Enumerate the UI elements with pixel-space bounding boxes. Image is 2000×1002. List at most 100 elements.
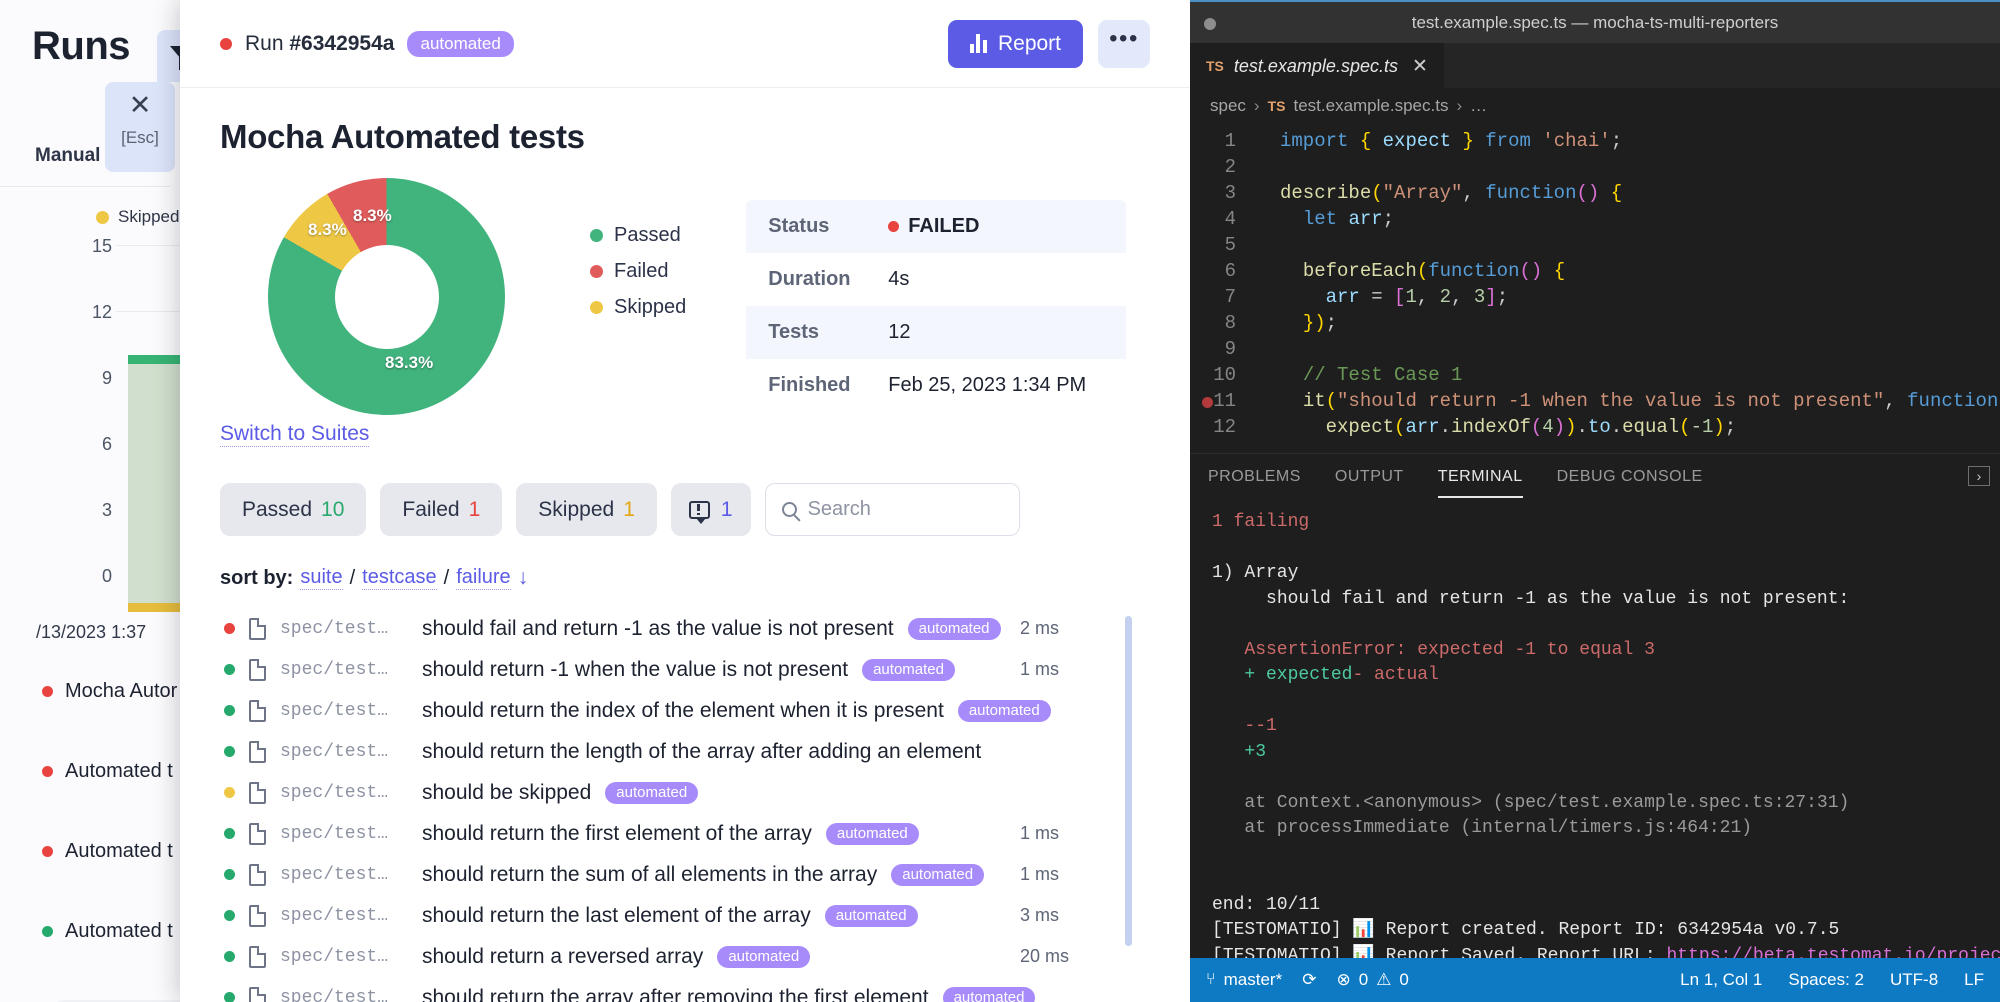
- table-row[interactable]: spec/test… should return the length of t…: [220, 731, 1150, 772]
- table-row[interactable]: spec/test… should fail and return -1 as …: [220, 608, 1150, 649]
- tab-test-example-spec[interactable]: TS test.example.spec.ts ✕: [1190, 43, 1444, 88]
- ts-file-icon: TS: [1206, 58, 1224, 74]
- legend-item-failed: Failed: [590, 260, 686, 283]
- chip-comments[interactable]: 1: [670, 483, 751, 536]
- chip-comments-count: 1: [720, 497, 733, 521]
- tab-problems[interactable]: PROBLEMS: [1208, 454, 1301, 498]
- list-item[interactable]: Automated t: [42, 760, 177, 783]
- test-badge: automated: [907, 617, 1001, 640]
- breadcrumb-more[interactable]: …: [1470, 96, 1487, 116]
- modal-header: Run #6342954a automated Report •••: [180, 0, 1190, 88]
- status-indentation[interactable]: Spaces: 2: [1788, 970, 1864, 990]
- line-number: 7: [1224, 286, 1236, 308]
- table-row[interactable]: spec/test… should return the array after…: [220, 977, 1150, 1002]
- legend-item-passed: Passed: [590, 224, 686, 247]
- summary-row: 83.3% 8.3% 8.3% Passed Failed Skipped St…: [220, 178, 1150, 418]
- legend-skipped-label: Skipped: [118, 207, 180, 226]
- code-line: 6 beforeEach(function() {: [1190, 258, 2000, 284]
- breadcrumb-folder[interactable]: spec: [1210, 96, 1246, 116]
- esc-popover[interactable]: ✕ [Esc]: [105, 82, 175, 172]
- chevron-right-icon: ›: [1456, 96, 1463, 115]
- terminal-end-line: end: 10/11: [1212, 894, 1321, 915]
- donut-chart: 83.3% 8.3% 8.3%: [220, 178, 590, 418]
- close-icon[interactable]: ✕: [105, 82, 175, 128]
- error-icon: ⊗: [1336, 970, 1351, 989]
- chip-failed-count: 1: [468, 497, 481, 521]
- code-line: 12 expect(arr.indexOf(4)).to.equal(-1);: [1190, 414, 2000, 440]
- table-row[interactable]: spec/test… should return the index of th…: [220, 690, 1150, 731]
- more-options-button[interactable]: •••: [1098, 19, 1150, 68]
- chip-skipped[interactable]: Skipped 1: [516, 483, 657, 536]
- list-item[interactable]: Automated t: [42, 840, 177, 863]
- table-row[interactable]: spec/test… should return the sum of all …: [220, 854, 1150, 895]
- report-button[interactable]: Report: [947, 19, 1083, 68]
- legend-label-skipped: Skipped: [614, 296, 687, 318]
- test-duration: 1 ms: [1020, 864, 1060, 884]
- breakpoint-icon[interactable]: [1202, 397, 1213, 408]
- sort-option-testcase[interactable]: testcase: [362, 566, 437, 590]
- code-editor[interactable]: 1 import { expect } from 'chai'; 2 3 descr…: [1190, 124, 2000, 469]
- run-info-table: Status FAILED Duration 4s Tests 12 Finis…: [746, 200, 1127, 412]
- bar-passed: [128, 364, 180, 604]
- list-item[interactable]: Automated t: [42, 920, 177, 943]
- test-badge: automated: [862, 658, 955, 681]
- test-title: should return the array after removing t…: [422, 985, 929, 1002]
- sort-option-failure[interactable]: failure: [456, 566, 511, 590]
- status-encoding[interactable]: UTF-8: [1890, 970, 1938, 990]
- table-row[interactable]: spec/test… should return the first eleme…: [220, 813, 1150, 854]
- file-icon: [249, 781, 266, 804]
- search-icon: [781, 502, 797, 517]
- test-duration: 3 ms: [1020, 905, 1060, 925]
- code-line: 2: [1190, 154, 2000, 180]
- breadcrumb-file[interactable]: test.example.spec.ts: [1293, 96, 1448, 116]
- chip-failed[interactable]: Failed 1: [380, 483, 503, 536]
- line-number: 1: [1224, 130, 1236, 152]
- tab-output[interactable]: OUTPUT: [1335, 454, 1404, 498]
- status-cursor-position[interactable]: Ln 1, Col 1: [1680, 970, 1762, 990]
- close-icon[interactable]: ✕: [1412, 55, 1428, 78]
- chevron-right-icon[interactable]: ›: [1968, 466, 1990, 486]
- y-tick: 3: [101, 500, 112, 520]
- tab-debug-console[interactable]: DEBUG CONSOLE: [1557, 454, 1703, 498]
- chart-legend: Passed Failed Skipped: [590, 224, 686, 332]
- table-row[interactable]: spec/test… should return -1 when the val…: [220, 649, 1150, 690]
- list-scrollbar[interactable]: [1125, 616, 1132, 946]
- sort-option-suite[interactable]: suite: [300, 566, 343, 590]
- list-item[interactable]: Mocha Autor: [42, 680, 177, 703]
- sort-direction-icon[interactable]: ↓: [518, 566, 529, 590]
- status-problems[interactable]: ⊗ 0 ⚠ 0: [1336, 970, 1408, 990]
- test-title: should return -1 when the value is not p…: [422, 657, 849, 681]
- tab-terminal[interactable]: TERMINAL: [1437, 454, 1523, 498]
- status-dot: [42, 926, 53, 937]
- chip-passed[interactable]: Passed 10: [220, 483, 367, 536]
- status-branch-label: master*: [1223, 970, 1283, 989]
- terminal-assertion: AssertionError: expected -1 to equal 3: [1244, 639, 1655, 660]
- search-box[interactable]: [764, 483, 1020, 536]
- table-row[interactable]: spec/test… should return a reversed arra…: [220, 936, 1150, 977]
- table-row[interactable]: spec/test… should be skipped automated: [220, 772, 1150, 813]
- sync-icon[interactable]: ⟳: [1302, 970, 1316, 990]
- status-eol[interactable]: LF: [1964, 970, 1984, 990]
- test-spec-path: spec/test…: [280, 946, 389, 967]
- status-branch[interactable]: ⑂ master*: [1206, 970, 1282, 990]
- search-input[interactable]: [807, 498, 1003, 521]
- legend-item-skipped: Skipped: [590, 296, 686, 319]
- test-badge: automated: [717, 945, 811, 968]
- modal-header-actions: Report •••: [947, 19, 1150, 68]
- legend-dot-skipped: [590, 301, 603, 314]
- terminal-output[interactable]: 1 failing 1) Array should fail and retur…: [1190, 498, 2000, 1002]
- window-control-icon[interactable]: [1204, 18, 1216, 30]
- legend-dot-failed: [590, 265, 603, 278]
- tab-manual[interactable]: Manual: [35, 145, 100, 167]
- row-key: Status: [768, 215, 830, 237]
- table-row: Duration 4s: [746, 253, 1126, 306]
- switch-to-suites-link[interactable]: Switch to Suites: [220, 422, 370, 447]
- status-badge: FAILED: [888, 215, 979, 238]
- test-badge: automated: [824, 904, 918, 927]
- table-row[interactable]: spec/test… should return the last elemen…: [220, 895, 1150, 936]
- bar-skipped: [128, 603, 180, 612]
- test-badge: automated: [957, 699, 1051, 722]
- code-line: 9: [1190, 336, 2000, 362]
- test-spec-path: spec/test…: [280, 905, 389, 926]
- code-line: 4 let arr;: [1190, 206, 2000, 232]
